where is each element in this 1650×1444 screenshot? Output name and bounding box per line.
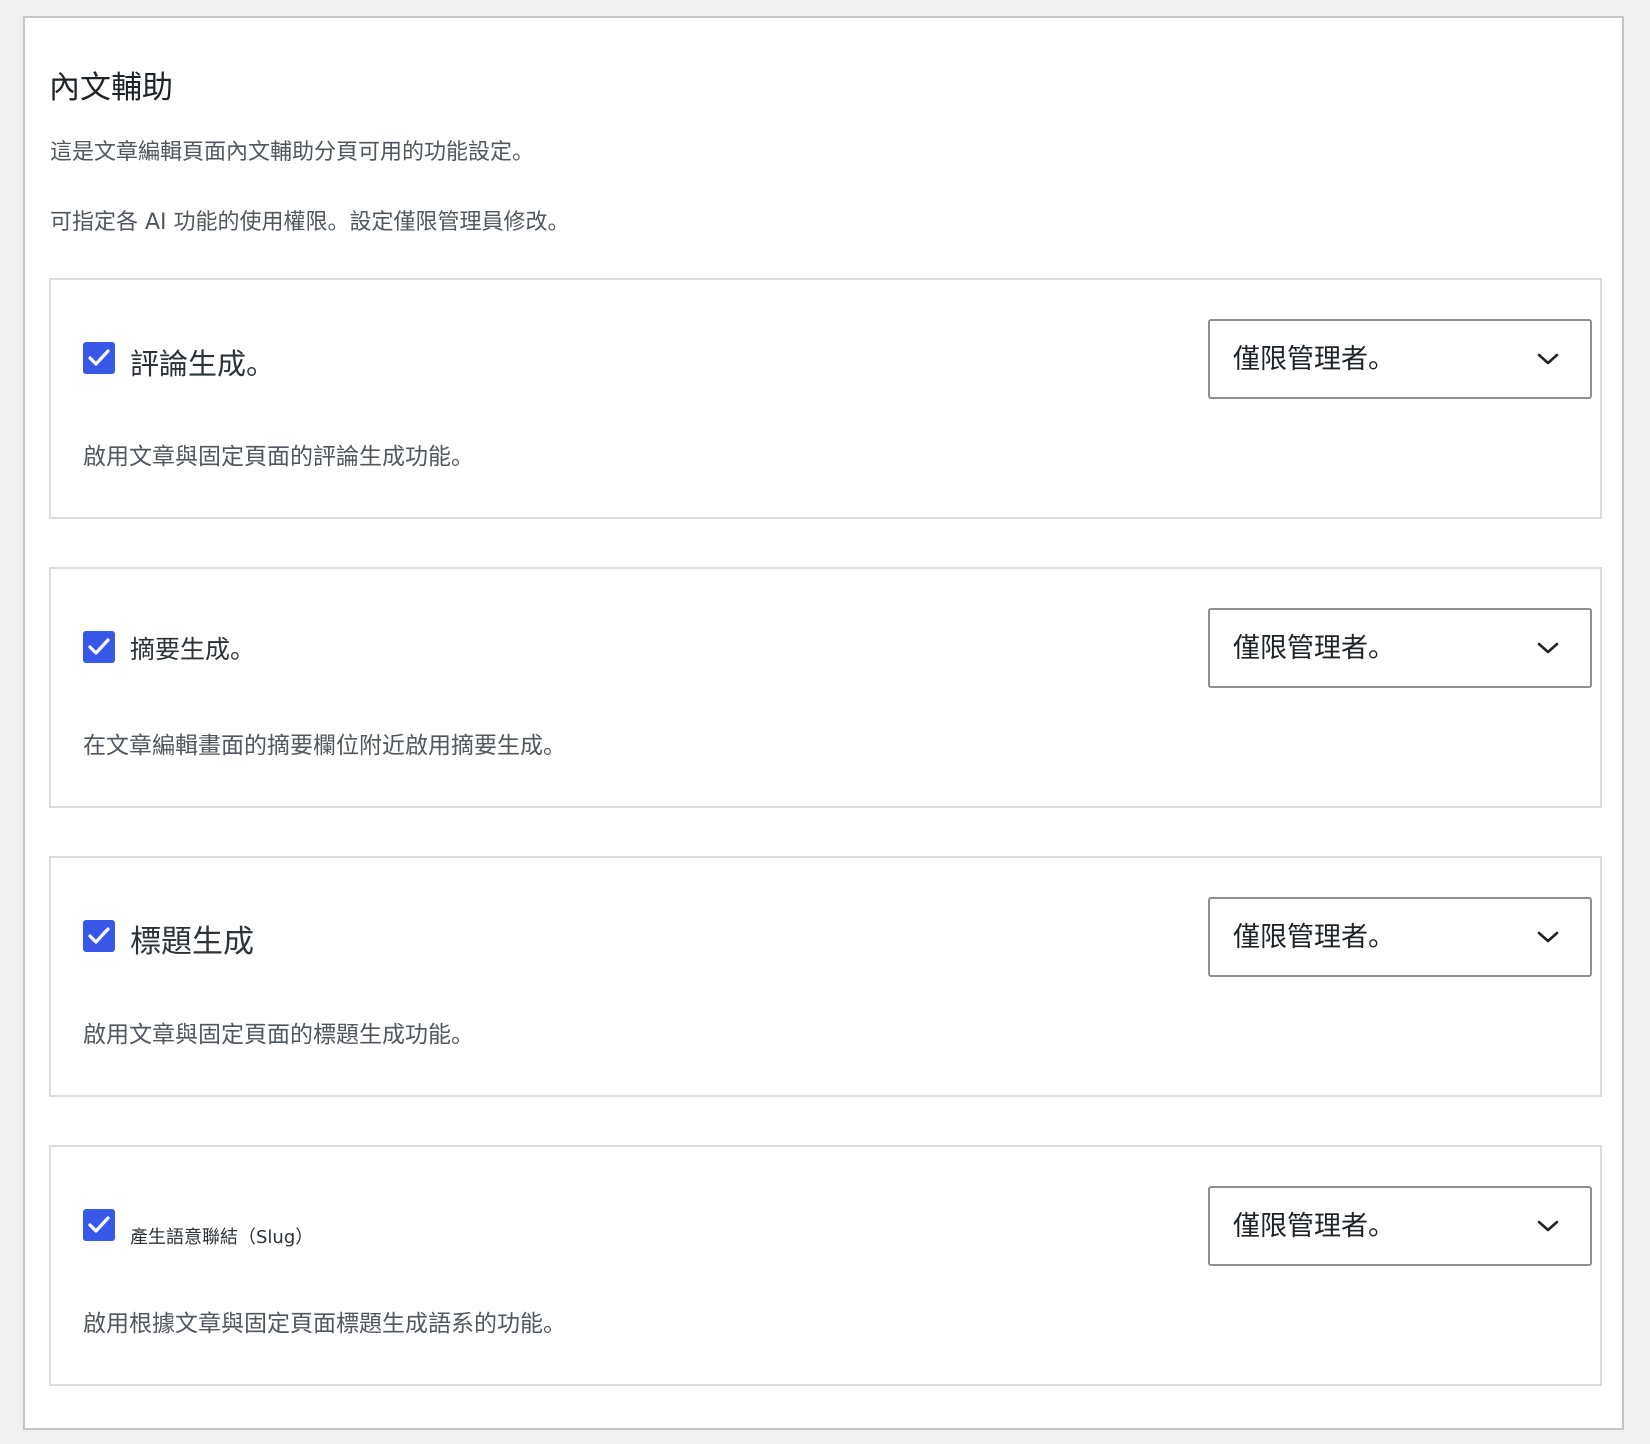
- settings-description: 這是文章編輯頁面內文輔助分頁可用的功能設定。: [50, 140, 535, 165]
- chevron-down-icon: [1537, 931, 1559, 943]
- excerpt-generation-label[interactable]: 摘要生成。: [130, 635, 255, 665]
- select-value: 僅限管理者。: [1233, 922, 1395, 953]
- title-generation-description: 啟用文章與固定頁面的標題生成功能。: [83, 1022, 474, 1048]
- chevron-down-icon: [1537, 353, 1559, 365]
- slug-generation-permission-select[interactable]: 僅限管理者。: [1208, 1186, 1592, 1266]
- feature-card-excerpt-generation: 摘要生成。 僅限管理者。 在文章編輯畫面的摘要欄位附近啟用摘要生成。: [49, 567, 1602, 808]
- title-generation-checkbox[interactable]: [83, 920, 115, 952]
- select-value: 僅限管理者。: [1233, 1211, 1395, 1242]
- chevron-down-icon: [1537, 1220, 1559, 1232]
- checkmark-icon: [88, 927, 110, 944]
- select-value: 僅限管理者。: [1233, 344, 1395, 375]
- title-generation-permission-select[interactable]: 僅限管理者。: [1208, 897, 1592, 977]
- comment-generation-description: 啟用文章與固定頁面的評論生成功能。: [83, 444, 474, 470]
- settings-panel: 內文輔助 這是文章編輯頁面內文輔助分頁可用的功能設定。 可指定各 AI 功能的使…: [23, 16, 1624, 1430]
- chevron-down-icon: [1537, 642, 1559, 654]
- permission-note: 可指定各 AI 功能的使用權限。設定僅限管理員修改。: [50, 210, 570, 235]
- feature-card-title-generation: 標題生成 僅限管理者。 啟用文章與固定頁面的標題生成功能。: [49, 856, 1602, 1097]
- select-value: 僅限管理者。: [1233, 633, 1395, 664]
- excerpt-generation-description: 在文章編輯畫面的摘要欄位附近啟用摘要生成。: [83, 733, 566, 759]
- checkmark-icon: [88, 349, 110, 366]
- slug-generation-checkbox[interactable]: [83, 1209, 115, 1241]
- comment-generation-checkbox[interactable]: [83, 342, 115, 374]
- checkmark-icon: [88, 638, 110, 655]
- title-generation-label[interactable]: 標題生成: [130, 924, 254, 961]
- slug-generation-description: 啟用根據文章與固定頁面標題生成語系的功能。: [83, 1311, 566, 1337]
- checkmark-icon: [88, 1216, 110, 1233]
- excerpt-generation-permission-select[interactable]: 僅限管理者。: [1208, 608, 1592, 688]
- page-title: 內文輔助: [49, 70, 173, 106]
- excerpt-generation-checkbox[interactable]: [83, 631, 115, 663]
- comment-generation-label[interactable]: 評論生成。: [130, 347, 275, 382]
- feature-card-slug-generation: 產生語意聯結（Slug） 僅限管理者。 啟用根據文章與固定頁面標題生成語系的功能…: [49, 1145, 1602, 1386]
- slug-generation-label[interactable]: 產生語意聯結（Slug）: [130, 1227, 313, 1249]
- comment-generation-permission-select[interactable]: 僅限管理者。: [1208, 319, 1592, 399]
- feature-card-comment-generation: 評論生成。 僅限管理者。 啟用文章與固定頁面的評論生成功能。: [49, 278, 1602, 519]
